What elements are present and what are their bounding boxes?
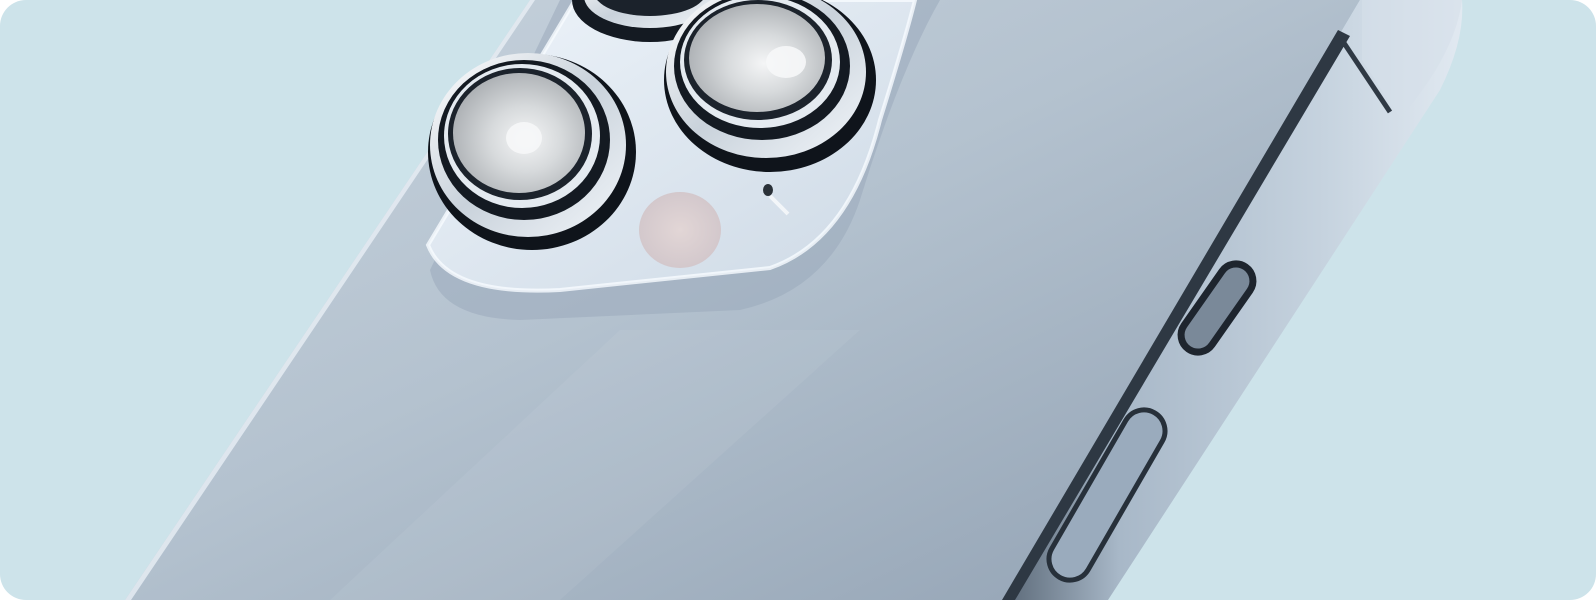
microphone-hole bbox=[763, 184, 773, 196]
flash bbox=[639, 192, 721, 268]
product-photo bbox=[0, 0, 1596, 600]
lens-left bbox=[428, 53, 636, 250]
phone-illustration bbox=[0, 0, 1596, 600]
